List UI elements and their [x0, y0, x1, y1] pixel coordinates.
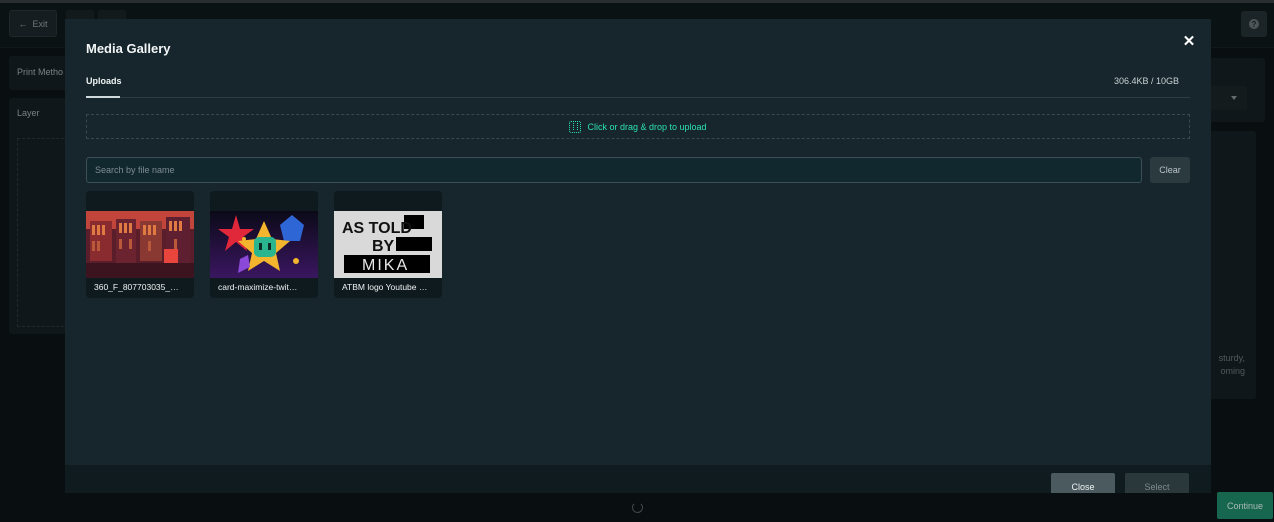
select-button[interactable]: Select — [1125, 473, 1189, 493]
thumbnail-text-line1: AS TOLD — [342, 220, 412, 237]
tab-divider — [86, 97, 1190, 98]
modal-footer — [65, 465, 1211, 493]
media-filename: card-maximize-twit… — [218, 282, 298, 292]
active-tab-indicator — [86, 96, 120, 98]
media-thumbnail — [86, 211, 194, 278]
media-filename: ATBM logo Youtube … — [342, 282, 428, 292]
upload-dropzone[interactable]: Click or drag & drop to upload — [86, 114, 1190, 139]
close-button[interactable]: Close — [1051, 473, 1115, 493]
media-tile[interactable]: 360_F_807703035_… — [86, 191, 194, 298]
tab-uploads[interactable]: Uploads — [86, 76, 122, 86]
thumbnail-text-line2: BY — [372, 238, 395, 255]
storage-usage: 306.4KB / 10GB — [1113, 76, 1179, 86]
search-input[interactable] — [86, 157, 1142, 183]
media-tile[interactable]: AS TOLD BY MIKA ATBM logo Youtube … — [334, 191, 442, 298]
media-filename: 360_F_807703035_… — [94, 282, 179, 292]
media-tile[interactable]: card-maximize-twit… — [210, 191, 318, 298]
thumbnail-text-line3: MIKA — [362, 257, 409, 274]
clear-button[interactable]: Clear — [1150, 157, 1190, 183]
media-thumbnail: AS TOLD BY MIKA — [334, 211, 442, 278]
dropzone-label: Click or drag & drop to upload — [587, 121, 707, 132]
media-gallery-modal: Media Gallery ✕ Uploads 306.4KB / 10GB C… — [65, 19, 1211, 493]
media-thumbnail — [210, 211, 318, 278]
upload-icon — [569, 120, 582, 133]
modal-title: Media Gallery — [86, 41, 171, 56]
close-icon[interactable]: ✕ — [1180, 33, 1198, 51]
